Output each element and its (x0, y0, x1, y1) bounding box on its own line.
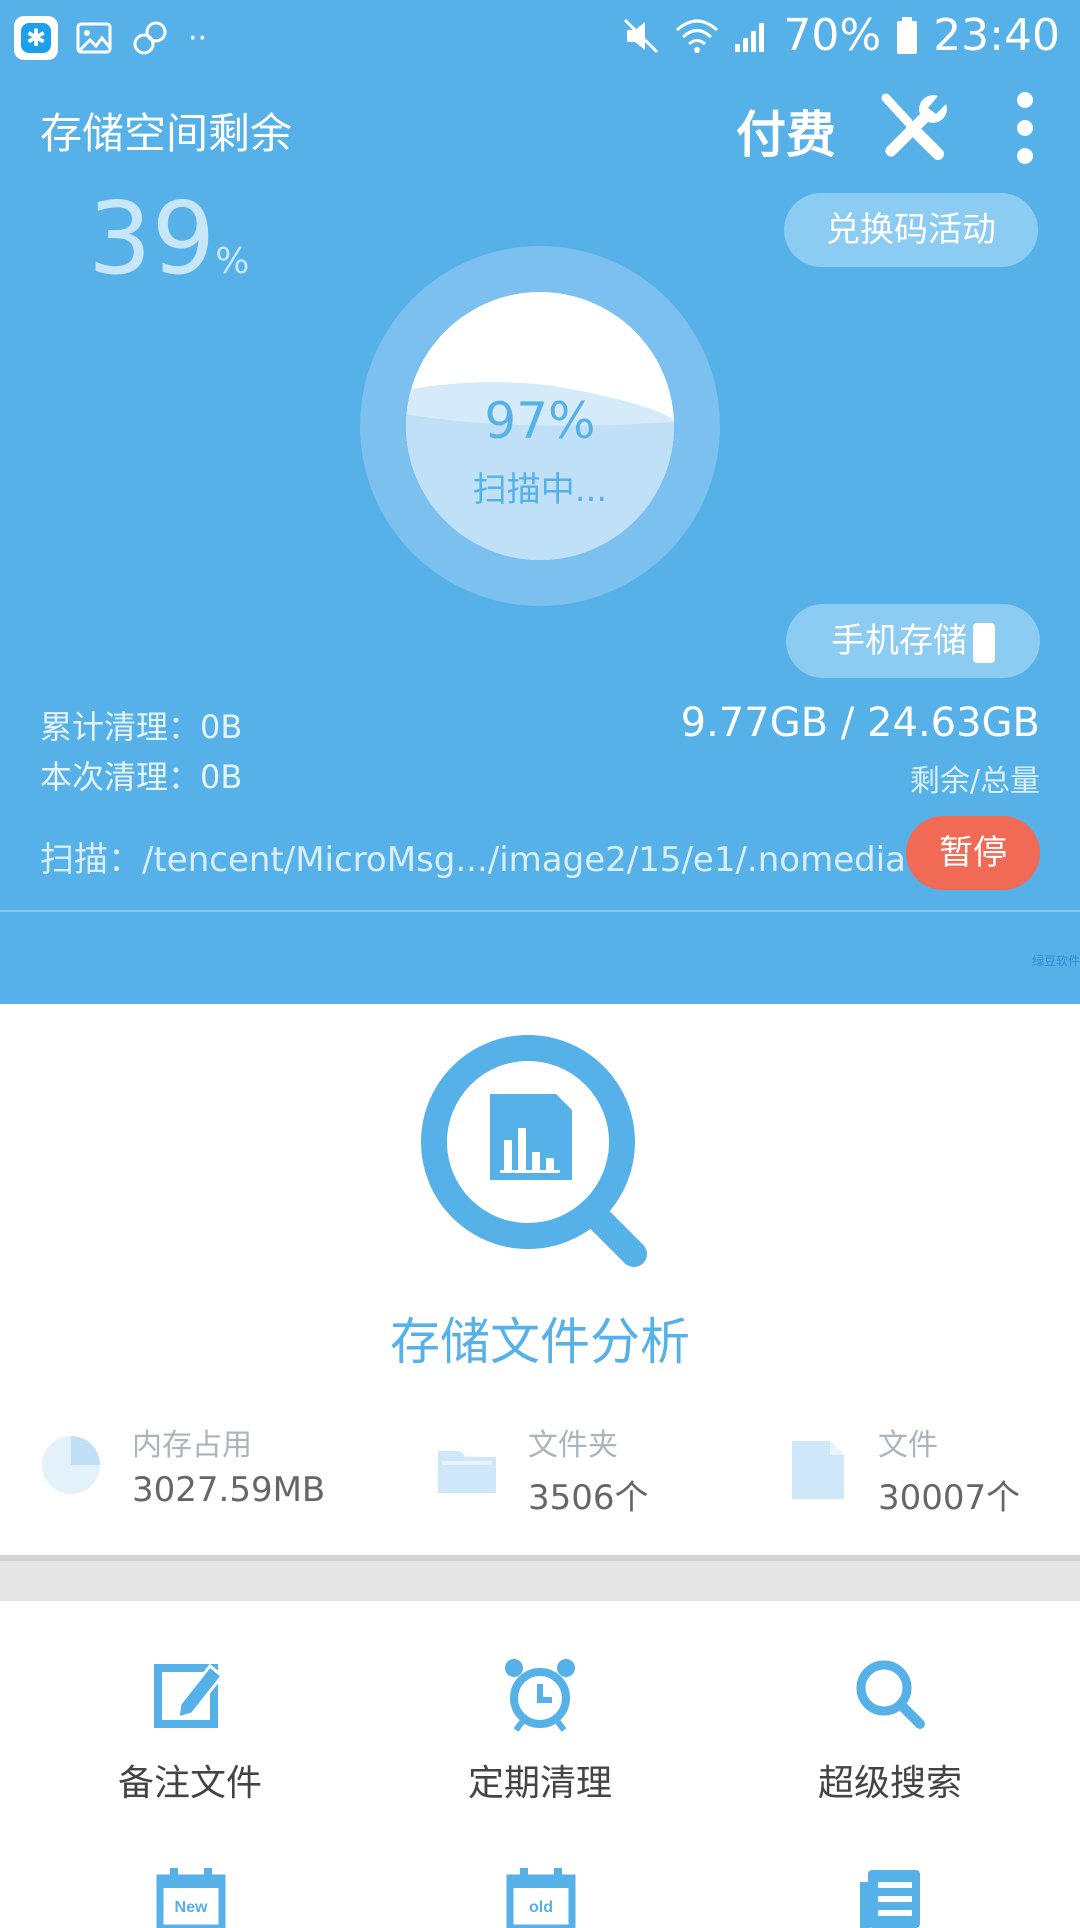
total-cleaned: 累计清理：0B (40, 708, 243, 746)
status-bar: ✱ ·· 70% 23:40 (0, 0, 1080, 76)
this-cleaned: 本次清理：0B (40, 758, 243, 796)
stat-label: 文件夹 (528, 1428, 618, 1463)
pause-button[interactable]: 暂停 (906, 816, 1040, 890)
edit-icon (154, 1663, 225, 1728)
link-icon (133, 21, 167, 55)
redeem-code-button[interactable]: 兑换码活动 (784, 193, 1038, 267)
mute-icon (624, 18, 659, 53)
analysis-title[interactable]: 存储文件分析 (0, 1302, 1080, 1374)
divider (0, 910, 1080, 912)
tools-icon[interactable] (872, 88, 952, 168)
wifi-icon (676, 19, 719, 53)
signal-icon (735, 22, 765, 52)
stat-value: 3506个 (528, 1478, 649, 1518)
calendar-old-icon[interactable]: old (506, 1868, 576, 1928)
storage-size-label: 剩余/总量 (909, 764, 1040, 799)
folder-icon (438, 1450, 496, 1493)
svg-text:New: New (175, 1899, 208, 1916)
clock: 23:40 (933, 10, 1060, 61)
stat-label: 文件 (878, 1428, 938, 1463)
stat-label: 内存占用 (132, 1428, 252, 1463)
file-icon (792, 1440, 844, 1499)
stat-value: 30007个 (878, 1478, 1021, 1518)
scan-path: 扫描：/tencent/MicroMsg.../image2/15/e1/.no… (40, 840, 906, 880)
battery-percent: 70% (783, 10, 882, 61)
tool-label: 备注文件 (117, 1763, 262, 1804)
pay-button[interactable]: 付费 (736, 95, 836, 167)
super-search-button[interactable]: 超级搜索 (710, 1656, 1070, 1806)
document-list-icon[interactable] (856, 1868, 926, 1928)
tool-label: 定期清理 (467, 1763, 612, 1804)
scan-progress-percent: 97% (484, 392, 596, 450)
page-title: 存储空间剩余 (40, 109, 293, 158)
alarm-clock-icon (505, 1659, 575, 1732)
phone-storage-button[interactable]: 手机存储 (786, 604, 1040, 678)
more-notifications-icon: ·· (188, 20, 208, 56)
phone-icon (973, 622, 995, 663)
battery-icon (897, 16, 918, 54)
scan-status-text: 扫描中... (472, 470, 608, 510)
scheduled-clean-button[interactable]: 定期清理 (360, 1656, 720, 1806)
memory-usage-stat: 内存占用 3027.59MB (40, 1420, 325, 1510)
pie-chart-icon (42, 1436, 100, 1494)
scan-progress-ball: 97% 扫描中... (406, 292, 674, 560)
annotate-files-button[interactable]: 备注文件 (10, 1656, 370, 1806)
section-separator (0, 1555, 1080, 1601)
image-icon (76, 22, 112, 54)
calendar-new-icon[interactable]: New (156, 1868, 226, 1928)
tool-label: 超级搜索 (817, 1763, 962, 1804)
search-icon (856, 1660, 925, 1729)
folder-count-stat: 文件夹 3506个 (436, 1420, 649, 1519)
stat-value: 3027.59MB (132, 1470, 326, 1510)
remaining-percent: 39% (88, 180, 250, 297)
watermark: 绿豆软件 (1031, 954, 1080, 968)
header-panel: ✱ ·· 70% 23:40 存储空间剩余 付费 39% 兑换码活动 97% 扫… (0, 0, 1080, 1004)
svg-text:old: old (529, 1899, 553, 1916)
storage-size-value: 9.77GB / 24.63GB (680, 700, 1040, 746)
more-options-icon[interactable] (1010, 90, 1040, 170)
storage-analysis-icon[interactable] (420, 1030, 660, 1270)
app-notification-icon: ✱ (14, 16, 58, 60)
file-count-stat: 文件 30007个 (786, 1420, 1020, 1519)
